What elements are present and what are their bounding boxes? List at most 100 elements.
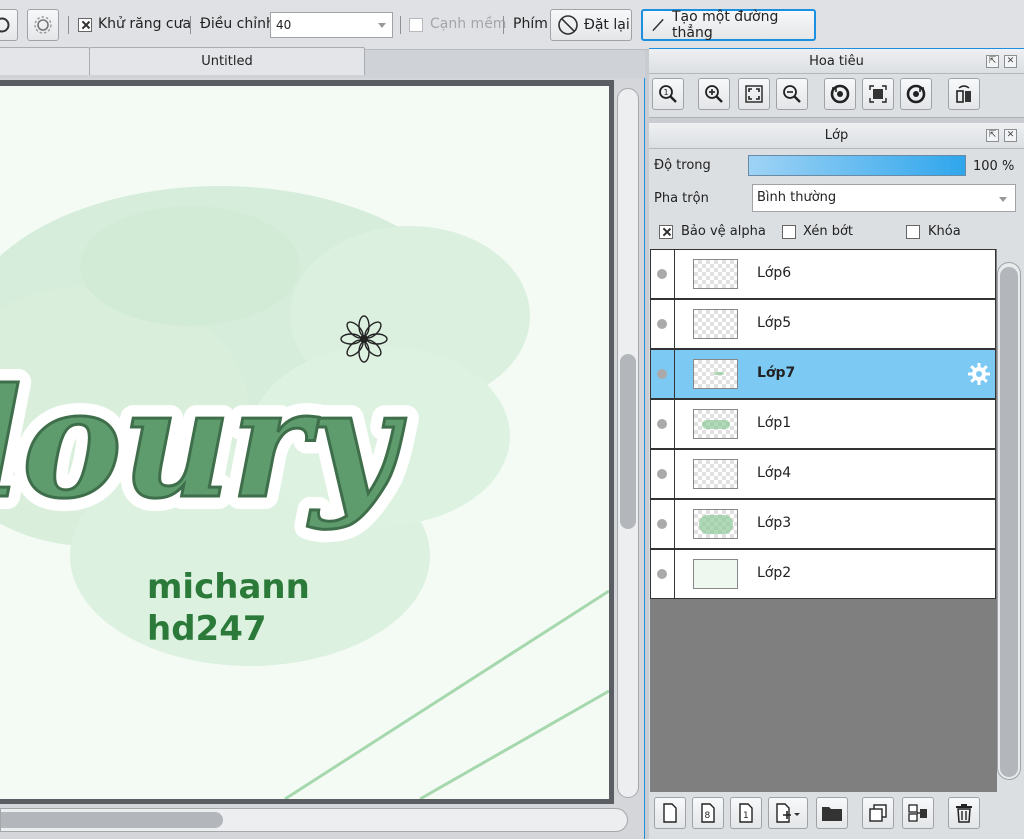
opacity-label: Độ trong bbox=[654, 158, 711, 173]
rotate-left-button[interactable] bbox=[824, 78, 856, 110]
new-layer-button[interactable] bbox=[654, 797, 686, 829]
blend-mode-select[interactable]: Bình thường bbox=[752, 184, 1016, 212]
soft-edge-checkbox[interactable] bbox=[409, 18, 423, 32]
svg-text:1: 1 bbox=[743, 811, 749, 821]
zoom-in-icon bbox=[705, 85, 723, 103]
clipping-label: Xén bớt bbox=[803, 224, 853, 239]
rotate-right-button[interactable] bbox=[900, 78, 932, 110]
title-art: loury bbox=[0, 356, 406, 532]
lock-label: Khóa bbox=[928, 224, 961, 239]
credit-line-2: hd247 bbox=[147, 609, 267, 649]
svg-text:8: 8 bbox=[705, 811, 711, 821]
layer-name: Lớp3 bbox=[757, 515, 792, 531]
separator bbox=[190, 16, 191, 34]
straight-line-label: Tạo một đường thẳng bbox=[672, 9, 779, 41]
tool-options-bar: Khử răng cưa Điều chỉnh 40 Cạnh mềm Phím… bbox=[0, 0, 1024, 50]
tab-untitled[interactable]: Untitled bbox=[89, 47, 365, 75]
layer-row-lop7[interactable]: Lớp7 bbox=[650, 349, 996, 399]
layer-scrollbar[interactable] bbox=[997, 262, 1021, 780]
close-icon[interactable]: ✕ bbox=[1004, 129, 1017, 142]
actual-size-button[interactable]: 1 bbox=[652, 78, 684, 110]
navigator-panel-header: Hoa tiêu ⇱ ✕ bbox=[649, 48, 1024, 74]
layer-row-lop1[interactable]: Lớp1 bbox=[650, 399, 996, 449]
layer-row-lop6[interactable]: Lớp6 bbox=[650, 249, 996, 299]
fit-button[interactable] bbox=[738, 78, 770, 110]
folder-icon bbox=[822, 807, 842, 821]
visibility-toggle[interactable] bbox=[651, 450, 675, 498]
credit-line-1: michann bbox=[147, 567, 310, 607]
new-8bit-layer-button[interactable]: 8 bbox=[692, 797, 724, 829]
rotate-right-icon bbox=[906, 84, 926, 104]
drawing-canvas[interactable]: loury loury michann hd247 bbox=[0, 86, 609, 799]
protect-alpha-checkbox[interactable] bbox=[659, 225, 673, 239]
8bit-layer-icon: 8 bbox=[701, 803, 715, 823]
straight-line-button[interactable]: Tạo một đường thẳng bbox=[641, 9, 816, 41]
line-icon bbox=[652, 18, 664, 32]
adjust-input[interactable]: 40 bbox=[270, 12, 393, 38]
detach-icon[interactable]: ⇱ bbox=[986, 55, 999, 68]
visibility-toggle[interactable] bbox=[651, 350, 675, 398]
layer-name: Lớp2 bbox=[757, 565, 792, 581]
canvas-horizontal-scrollbar[interactable] bbox=[0, 808, 628, 832]
circle-select-icon bbox=[0, 17, 10, 33]
layer-thumbnail bbox=[693, 509, 738, 539]
new-folder-button[interactable] bbox=[816, 797, 848, 829]
zoom-out-button[interactable] bbox=[776, 78, 808, 110]
visibility-toggle[interactable] bbox=[651, 400, 675, 448]
visibility-toggle[interactable] bbox=[651, 550, 675, 598]
layer-panel-header: Lớp ⇱ ✕ bbox=[649, 123, 1024, 149]
new-page-icon bbox=[663, 803, 677, 823]
layer-row-lop2[interactable]: Lớp2 bbox=[650, 549, 996, 599]
lock-checkbox[interactable] bbox=[906, 225, 920, 239]
actual-size-icon: 1 bbox=[659, 85, 677, 103]
separator bbox=[400, 16, 401, 34]
merge-layer-button[interactable] bbox=[902, 797, 934, 829]
layer-row-lop3[interactable]: Lớp3 bbox=[650, 499, 996, 549]
add-layer-menu-button[interactable] bbox=[768, 797, 808, 829]
add-layer-icon bbox=[776, 803, 800, 823]
layer-thumbnail bbox=[693, 259, 738, 289]
scroll-thumb[interactable] bbox=[620, 354, 636, 529]
settings-button[interactable] bbox=[27, 9, 59, 41]
layer-row-lop4[interactable]: Lớp4 bbox=[650, 449, 996, 499]
scroll-thumb[interactable] bbox=[1, 812, 223, 828]
gear-icon bbox=[34, 16, 52, 34]
layer-name: Lớp1 bbox=[757, 415, 792, 431]
duplicate-icon bbox=[869, 804, 887, 822]
delete-layer-button[interactable] bbox=[948, 797, 980, 829]
blend-value: Bình thường bbox=[757, 190, 837, 205]
visibility-toggle[interactable] bbox=[651, 300, 675, 348]
reset-rotation-button[interactable] bbox=[862, 78, 894, 110]
reset-label: Đặt lại bbox=[584, 17, 630, 33]
chevron-down-icon[interactable] bbox=[999, 197, 1007, 202]
reset-button[interactable]: Đặt lại bbox=[550, 9, 632, 41]
layer-thumbnail bbox=[693, 459, 738, 489]
opacity-slider[interactable] bbox=[748, 155, 966, 176]
rotate-left-icon bbox=[830, 84, 850, 104]
clipping-checkbox[interactable] bbox=[782, 225, 796, 239]
new-1bit-layer-button[interactable]: 1 bbox=[730, 797, 762, 829]
canvas-vertical-scrollbar[interactable] bbox=[617, 88, 639, 798]
trash-icon bbox=[956, 804, 972, 823]
visibility-toggle[interactable] bbox=[651, 250, 675, 298]
scroll-thumb[interactable] bbox=[1000, 267, 1018, 777]
flip-button[interactable] bbox=[948, 78, 980, 110]
layer-thumbnail bbox=[693, 309, 738, 339]
layer-panel-title: Lớp bbox=[824, 128, 849, 143]
layer-row-lop5[interactable]: Lớp5 bbox=[650, 299, 996, 349]
zoom-in-button[interactable] bbox=[698, 78, 730, 110]
lasso-button[interactable] bbox=[0, 9, 18, 41]
tab-previous[interactable] bbox=[0, 47, 90, 75]
duplicate-layer-button[interactable] bbox=[862, 797, 894, 829]
gear-icon[interactable] bbox=[967, 362, 991, 386]
layer-thumbnail bbox=[693, 409, 738, 439]
layer-name: Lớp4 bbox=[757, 465, 792, 481]
detach-icon[interactable]: ⇱ bbox=[986, 129, 999, 142]
close-icon[interactable]: ✕ bbox=[1004, 55, 1017, 68]
guide-line bbox=[419, 689, 609, 799]
antialias-checkbox[interactable] bbox=[78, 18, 92, 32]
flip-icon bbox=[956, 85, 971, 103]
visibility-toggle[interactable] bbox=[651, 500, 675, 548]
prohibited-icon bbox=[558, 15, 578, 35]
chevron-down-icon[interactable] bbox=[378, 23, 386, 28]
